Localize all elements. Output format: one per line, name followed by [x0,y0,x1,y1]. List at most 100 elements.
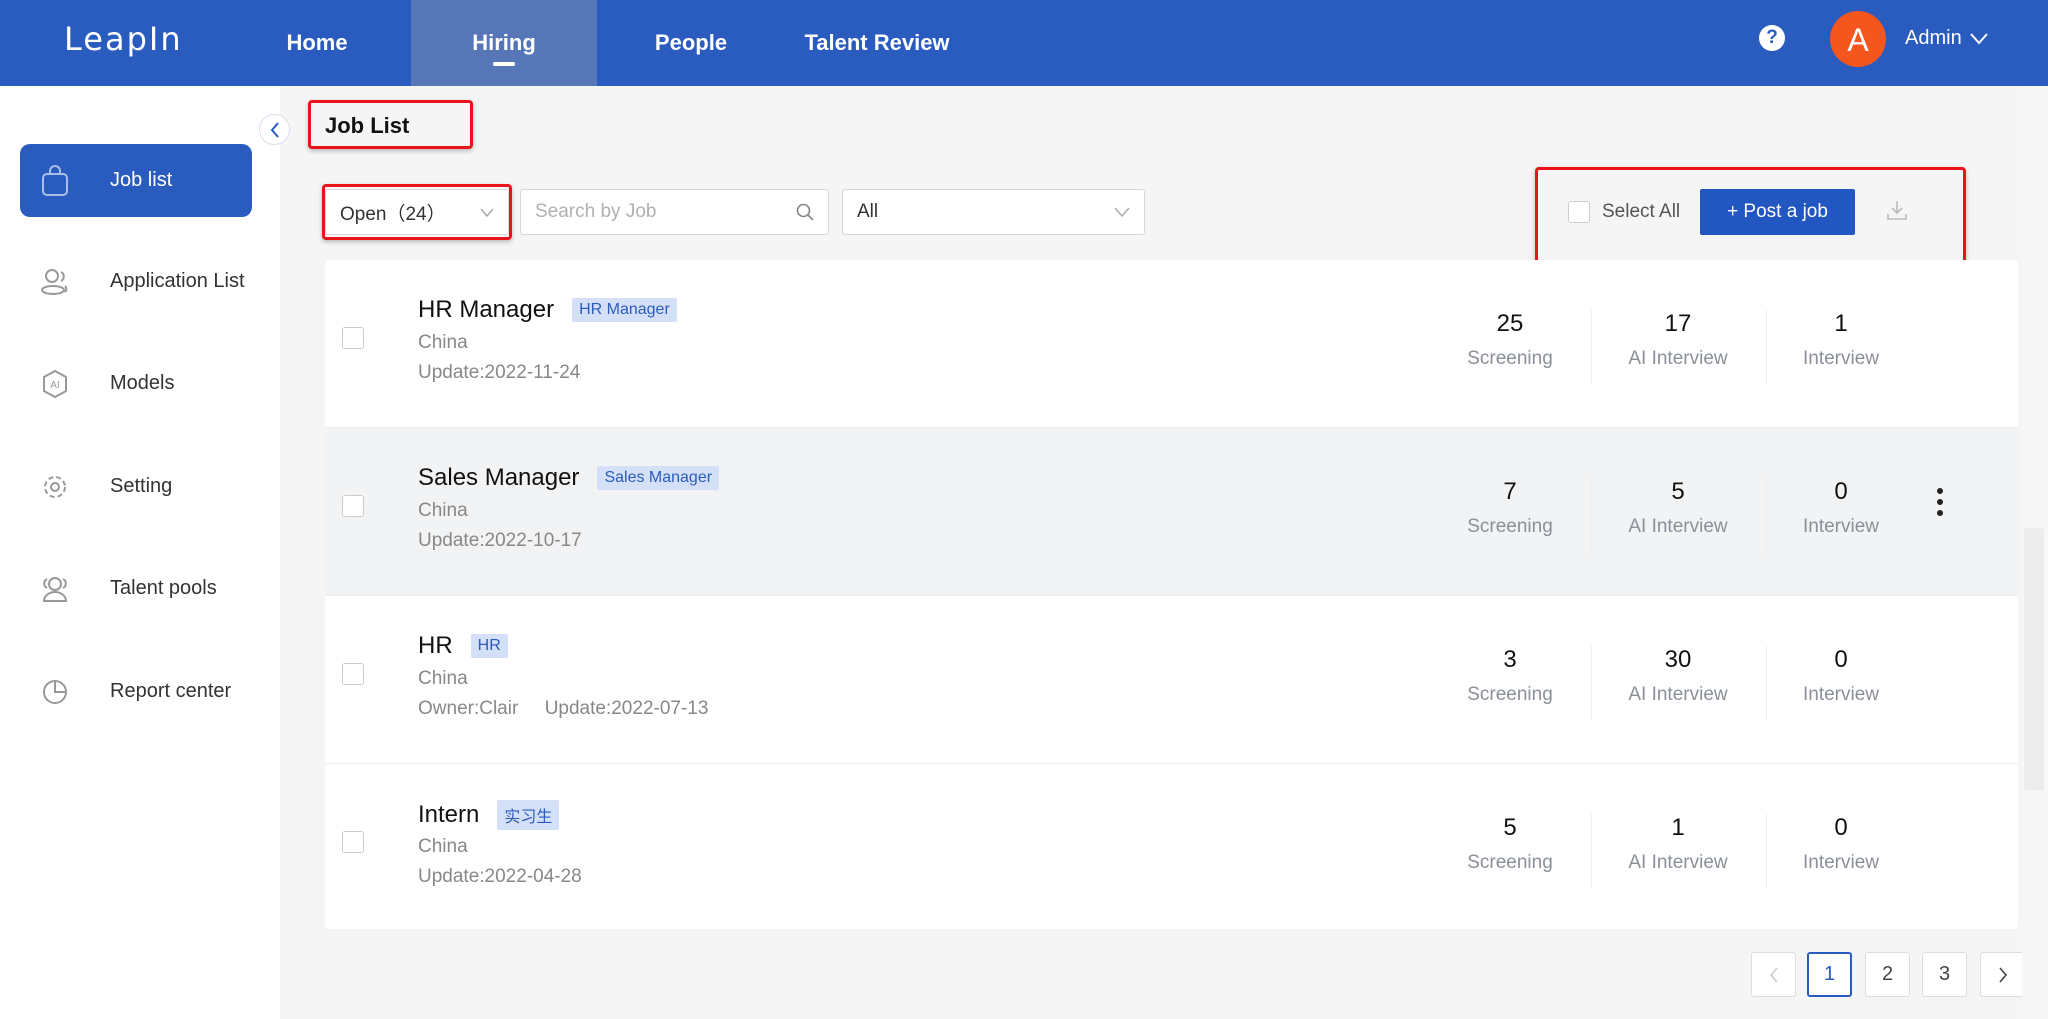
search-field[interactable] [520,189,829,235]
page-1-button[interactable]: 1 [1807,952,1852,997]
divider [1591,814,1592,889]
job-location: China [418,500,468,521]
stat-value: 3 [1503,646,1517,673]
users-icon [38,265,72,299]
stat-interview[interactable]: 1 Interview [1756,310,1926,370]
stat-value: 1 [1834,310,1848,337]
search-input[interactable] [535,201,775,223]
job-title[interactable]: HR [418,632,453,660]
avatar[interactable]: A [1830,11,1886,67]
sidebar-item-report-center[interactable]: Report center [20,655,252,728]
stat-value: 0 [1834,646,1848,673]
page-3-button[interactable]: 3 [1922,952,1967,997]
job-checkbox[interactable] [342,831,364,853]
nav-hiring[interactable]: Hiring [411,0,597,86]
scrollbar-thumb[interactable] [2024,528,2044,790]
job-title[interactable]: Intern [418,801,479,829]
sidebar-item-setting[interactable]: Setting [20,450,252,523]
stat-value: 0 [1834,478,1848,505]
sidebar-item-talent-pools[interactable]: Talent pools [20,552,252,625]
stat-value: 25 [1496,310,1524,337]
select-all-label[interactable]: Select All [1602,201,1680,223]
stat-label: Screening [1467,516,1553,537]
sidebar-item-label: Job list [110,169,173,191]
job-location: China [418,668,468,689]
more-options-icon[interactable] [1933,488,1947,516]
nav-label: People [654,30,728,55]
stat-interview[interactable]: 0 Interview [1756,646,1926,706]
job-tag: Sales Manager [597,466,720,490]
collapse-sidebar-button[interactable] [259,114,290,145]
sidebar-item-label: Report center [110,680,232,702]
stat-value: 5 [1671,478,1685,505]
job-title[interactable]: Sales Manager [418,464,579,492]
job-tag: HR [470,634,508,658]
job-checkbox[interactable] [342,663,364,685]
stat-value: 5 [1503,814,1517,841]
stat-label: Screening [1467,348,1553,369]
gear-icon [38,470,72,504]
select-all-checkbox[interactable] [1568,201,1590,223]
stat-screening[interactable]: 7 Screening [1425,478,1595,538]
stat-ai-interview[interactable]: 17 AI Interview [1593,310,1763,370]
job-row[interactable]: HR Manager HR Manager China Update:2022-11-… [325,260,2018,428]
job-row[interactable]: Intern 实习生 China Update:2022-04-28 5 Screenin… [325,764,2018,932]
category-value: All [857,201,879,222]
nav-home[interactable]: Home [255,0,379,86]
stat-interview[interactable]: 0 Interview [1756,814,1926,874]
job-checkbox[interactable] [342,495,364,517]
stat-label: AI Interview [1628,516,1728,537]
svg-text:AI: AI [50,380,59,391]
highlight-box [322,184,512,240]
stat-value: 1 [1671,814,1685,841]
job-title[interactable]: HR Manager [418,296,554,324]
stat-value: 7 [1503,478,1517,505]
bag-icon [38,164,72,198]
pie-chart-icon [38,675,72,709]
stat-ai-interview[interactable]: 30 AI Interview [1593,646,1763,706]
page-title: Job List [325,113,410,138]
nav-people[interactable]: People [630,0,752,86]
stat-label: Screening [1467,852,1553,873]
sidebar-item-label: Models [110,372,175,394]
sidebar-item-label: Talent pools [110,577,217,599]
nav-talent-review[interactable]: Talent Review [780,0,974,86]
stat-value: 30 [1664,646,1692,673]
help-icon[interactable]: ? [1759,25,1785,51]
next-page-button[interactable] [1980,952,2025,997]
download-icon[interactable] [1886,199,1908,226]
job-checkbox[interactable] [342,327,364,349]
job-title-line: HR HR [418,632,508,660]
user-menu[interactable]: Admin [1905,27,1988,50]
job-meta: Update:2022-11-24 [418,362,581,383]
stat-screening[interactable]: 5 Screening [1425,814,1595,874]
prev-page-button[interactable] [1751,952,1796,997]
stat-interview[interactable]: 0 Interview [1756,478,1926,538]
stat-label: Screening [1467,684,1553,705]
sidebar-item-label: Setting [110,475,173,497]
active-indicator [493,62,515,66]
sidebar-item-job-list[interactable]: Job list [20,144,252,217]
sidebar-item-application-list[interactable]: Application List [20,245,252,318]
category-select[interactable]: All [842,189,1145,235]
chevron-right-icon [1998,966,2007,983]
logo[interactable]: LeapIn [64,20,183,58]
job-row[interactable]: Sales Manager Sales Manager China Update:20… [325,428,2018,596]
chevron-down-icon [1114,207,1130,217]
job-tag: 实习生 [497,800,560,830]
job-tag: HR Manager [572,298,677,322]
job-list: HR Manager HR Manager China Update:2022-11-… [325,260,2018,929]
post-job-button[interactable]: + Post a job [1700,189,1855,235]
stat-value: 17 [1664,310,1692,337]
job-row[interactable]: HR HR China Owner:Clair Update:2022-07-13 3 S… [325,596,2018,764]
stat-screening[interactable]: 3 Screening [1425,646,1595,706]
stat-screening[interactable]: 25 Screening [1425,310,1595,370]
stat-label: AI Interview [1628,348,1728,369]
stat-value: 0 [1834,814,1848,841]
stat-ai-interview[interactable]: 5 AI Interview [1593,478,1763,538]
page-2-button[interactable]: 2 [1865,952,1910,997]
stat-ai-interview[interactable]: 1 AI Interview [1593,814,1763,874]
job-title-line: Intern 实习生 [418,800,560,830]
sidebar-item-models[interactable]: AI Models [20,347,252,420]
ai-hexagon-icon: AI [38,367,72,401]
